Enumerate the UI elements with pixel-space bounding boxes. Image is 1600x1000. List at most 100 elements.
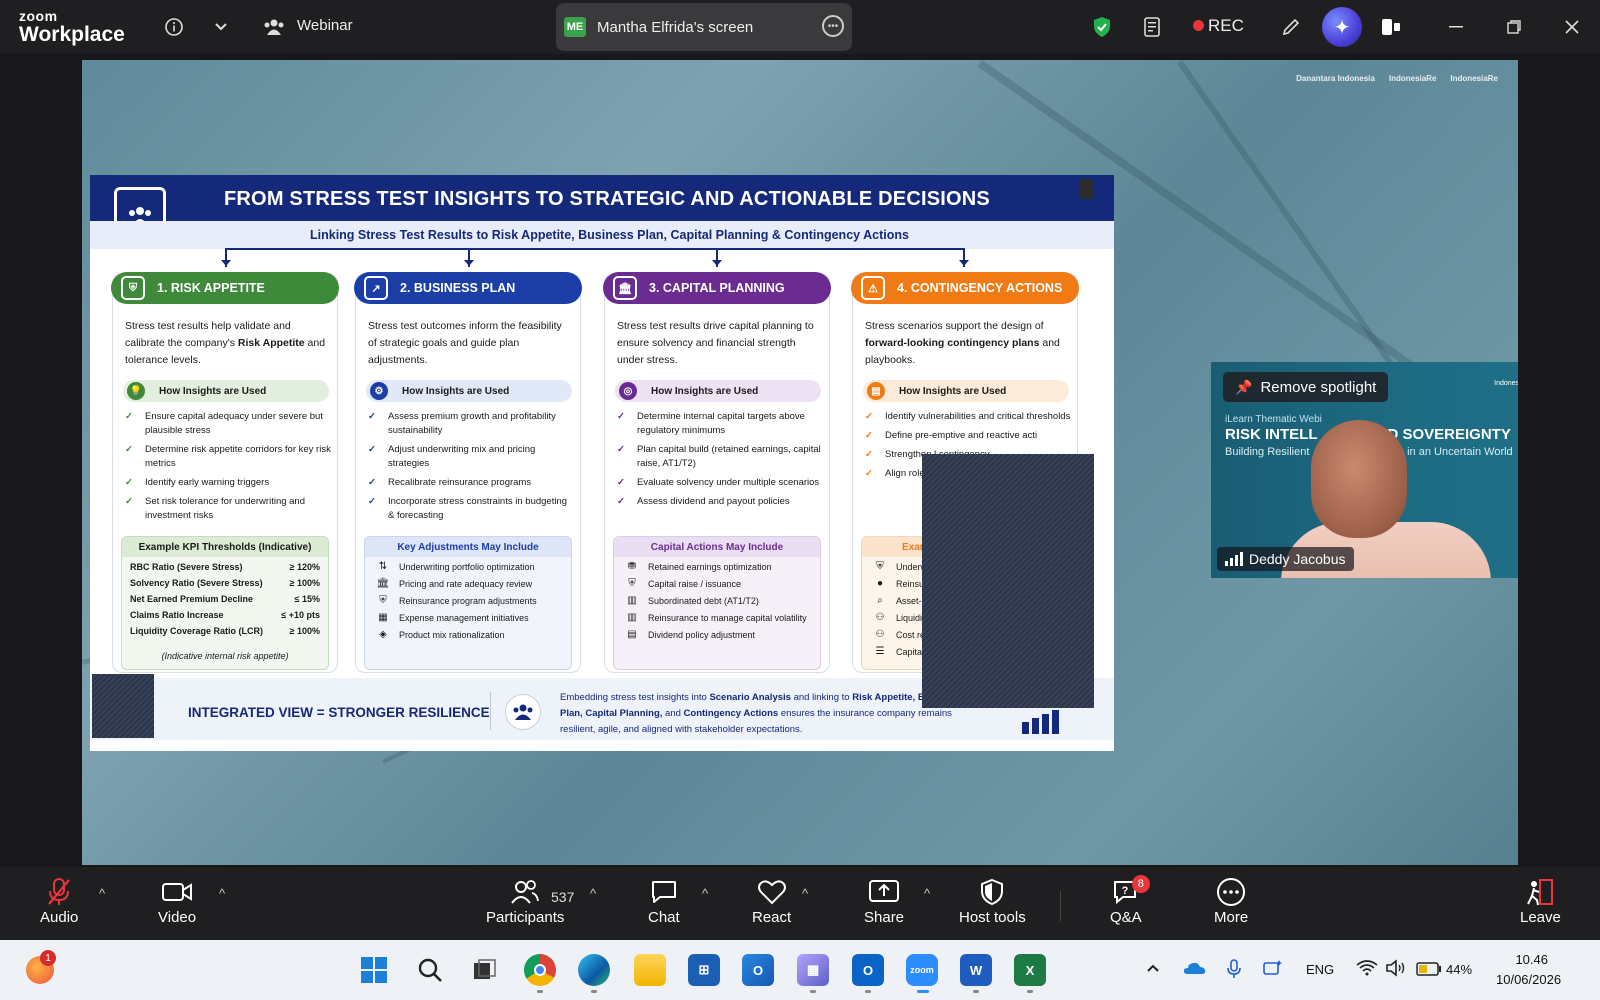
how-insights-label: 💡 How Insights are Used (123, 380, 329, 402)
volume-icon[interactable] (1385, 959, 1407, 982)
chat-button[interactable]: Chat (648, 875, 680, 935)
chevron-up-icon[interactable] (1146, 960, 1160, 976)
participants-icon (510, 875, 540, 909)
participant-count: 537 (551, 889, 575, 905)
chrome-icon[interactable] (524, 954, 556, 986)
info-icon[interactable] (160, 13, 188, 41)
connector-arrow (221, 248, 231, 267)
zoom-app-icon[interactable]: zoom (906, 954, 938, 986)
input-language[interactable]: ENG (1306, 962, 1334, 977)
screen-share-indicator[interactable]: ME Mantha Elfrida's screen ••• (556, 3, 852, 51)
audio-options-caret-icon[interactable]: ^ (99, 886, 105, 901)
list-item: ✓ Evaluate solvency under multiple scenar… (617, 477, 820, 488)
list-item: ◈ Product mix rationalization (375, 629, 561, 641)
shield-check-icon[interactable] (1088, 13, 1116, 41)
more-button[interactable]: More (1214, 875, 1248, 935)
business-plan-column: ↗ 2. BUSINESS PLAN Stress test outcomes i… (354, 272, 582, 673)
file-explorer-icon[interactable] (634, 954, 666, 986)
list-item: ✓ Adjust underwriting mix and pricing str… (368, 444, 536, 469)
audio-button[interactable]: Audio (40, 875, 78, 935)
battery-icon[interactable] (1416, 962, 1442, 981)
microphone-icon[interactable] (1226, 958, 1242, 985)
spotlight-video-tile[interactable]: IndonesiaRe · IndonesiaRe iLearn Themati… (1211, 362, 1518, 578)
more-options-icon[interactable]: ••• (822, 15, 844, 37)
chat-options-caret-icon[interactable]: ^ (702, 886, 708, 901)
zoom-window: zoom Workplace Webinar ME Mantha Elfrida… (0, 0, 1600, 1000)
word-icon[interactable]: W (960, 954, 992, 986)
list-item: ⛨ Capital raise / issuance (624, 578, 810, 590)
column-heading: ⛨ 1. RISK APPETITE (111, 272, 339, 304)
qa-button[interactable]: ? 8 Q&A (1110, 875, 1150, 935)
minimize-icon[interactable] (1442, 13, 1470, 41)
ai-companion-icon[interactable]: ✦ (1322, 7, 1362, 47)
react-options-caret-icon[interactable]: ^ (802, 886, 808, 901)
presentation-slide: FROM STRESS TEST INSIGHTS TO STRATEGIC A… (90, 175, 1114, 751)
camera-icon (161, 875, 193, 909)
key-adjustments-box: Key Adjustments May Include ⇅ Underwritin… (364, 536, 572, 670)
recording-indicator[interactable]: REC (1193, 16, 1244, 36)
list-item: ✓ Plan capital build (retained earnings, … (617, 444, 821, 469)
list-item: ✓ Incorporate stress constraints in budge… (368, 496, 568, 521)
title-bar: zoom Workplace Webinar ME Mantha Elfrida… (0, 0, 1600, 54)
excel-icon[interactable]: X (1014, 954, 1046, 986)
close-icon[interactable] (1558, 13, 1586, 41)
participants-button[interactable]: Participants (486, 875, 564, 935)
microsoft-store-icon[interactable]: ⊞ (688, 954, 720, 986)
document-icon: ▤ (627, 629, 637, 640)
how-insights-label: ⚙ How Insights are Used (366, 380, 572, 402)
outlook-new-icon[interactable]: O (742, 954, 774, 986)
participants-options-caret-icon[interactable]: ^ (590, 886, 596, 901)
side-panel-icon[interactable] (1377, 13, 1405, 41)
list-item: ▥ Reinsurance to manage capital volatilit… (624, 612, 810, 624)
list-item: ✓ Identify vulnerabilities and critical t… (865, 411, 1071, 422)
sort-arrows-icon: ⇅ (378, 561, 388, 572)
pen-icon[interactable] (1277, 13, 1305, 41)
clock-date[interactable]: 10/06/2026 (1496, 972, 1561, 987)
shield-icon: ⛨ (379, 595, 387, 606)
host-tools-button[interactable]: Host tools (959, 875, 1026, 935)
share-options-caret-icon[interactable]: ^ (924, 886, 930, 901)
remove-spotlight-button[interactable]: 📌 Remove spotlight (1223, 372, 1389, 402)
box-icon: ◈ (379, 629, 387, 640)
meeting-toolbar: Audio ^ Video ^ Participants 537 ^ Chat … (0, 867, 1600, 940)
teams-calendar-icon[interactable]: ▦ (797, 954, 829, 986)
video-options-caret-icon[interactable]: ^ (219, 886, 225, 901)
shield-icon: ⛨ (876, 561, 884, 572)
windows-start-icon[interactable] (358, 954, 390, 986)
column-description: Stress test results drive capital planni… (617, 320, 814, 366)
onedrive-icon[interactable] (1182, 960, 1206, 981)
edge-icon[interactable] (578, 954, 610, 986)
list-item: ▦ Expense management initiatives (375, 612, 561, 624)
clipboard-icon: ▤ (867, 382, 885, 400)
restore-icon[interactable] (1500, 13, 1528, 41)
outlook-icon[interactable]: O (852, 954, 884, 986)
divider (490, 692, 491, 730)
shield-icon: ⛨ (121, 276, 145, 300)
share-screen-icon (868, 875, 900, 909)
calculator-icon: ▦ (378, 612, 388, 623)
list-item: ✓ Determine risk appetite corridors for k… (125, 444, 331, 469)
camera-sparkle-icon[interactable] (1262, 958, 1284, 983)
slide-subtitle: Linking Stress Test Results to Risk Appe… (310, 228, 909, 242)
footer-text: Embedding stress test insights into Scen… (560, 692, 960, 735)
share-button[interactable]: Share (864, 875, 904, 935)
notes-icon[interactable] (1139, 13, 1167, 41)
leave-button[interactable]: Leave (1520, 875, 1561, 935)
react-button[interactable]: React (752, 875, 791, 935)
siren-icon: ⚠ (861, 276, 885, 300)
participant-face (1311, 420, 1407, 538)
more-icon (1216, 875, 1246, 909)
chat-icon (650, 875, 678, 909)
task-view-icon[interactable] (468, 954, 500, 986)
chevron-down-icon[interactable] (207, 13, 235, 41)
wifi-icon[interactable] (1356, 960, 1378, 981)
record-dot-icon (1193, 20, 1204, 31)
bar-chart-icon (1022, 710, 1059, 734)
clock-time[interactable]: 10.46 (1488, 952, 1548, 967)
webinar-icon (260, 13, 288, 41)
kpi-row: Solvency Ratio (Severe Stress) ≥ 100% (130, 578, 320, 588)
video-button[interactable]: Video (158, 875, 196, 935)
search-icon[interactable] (414, 954, 446, 986)
risk-appetite-column: ⛨ 1. RISK APPETITE Stress test results he… (111, 272, 339, 673)
growth-chart-icon: ↗ (364, 276, 388, 300)
